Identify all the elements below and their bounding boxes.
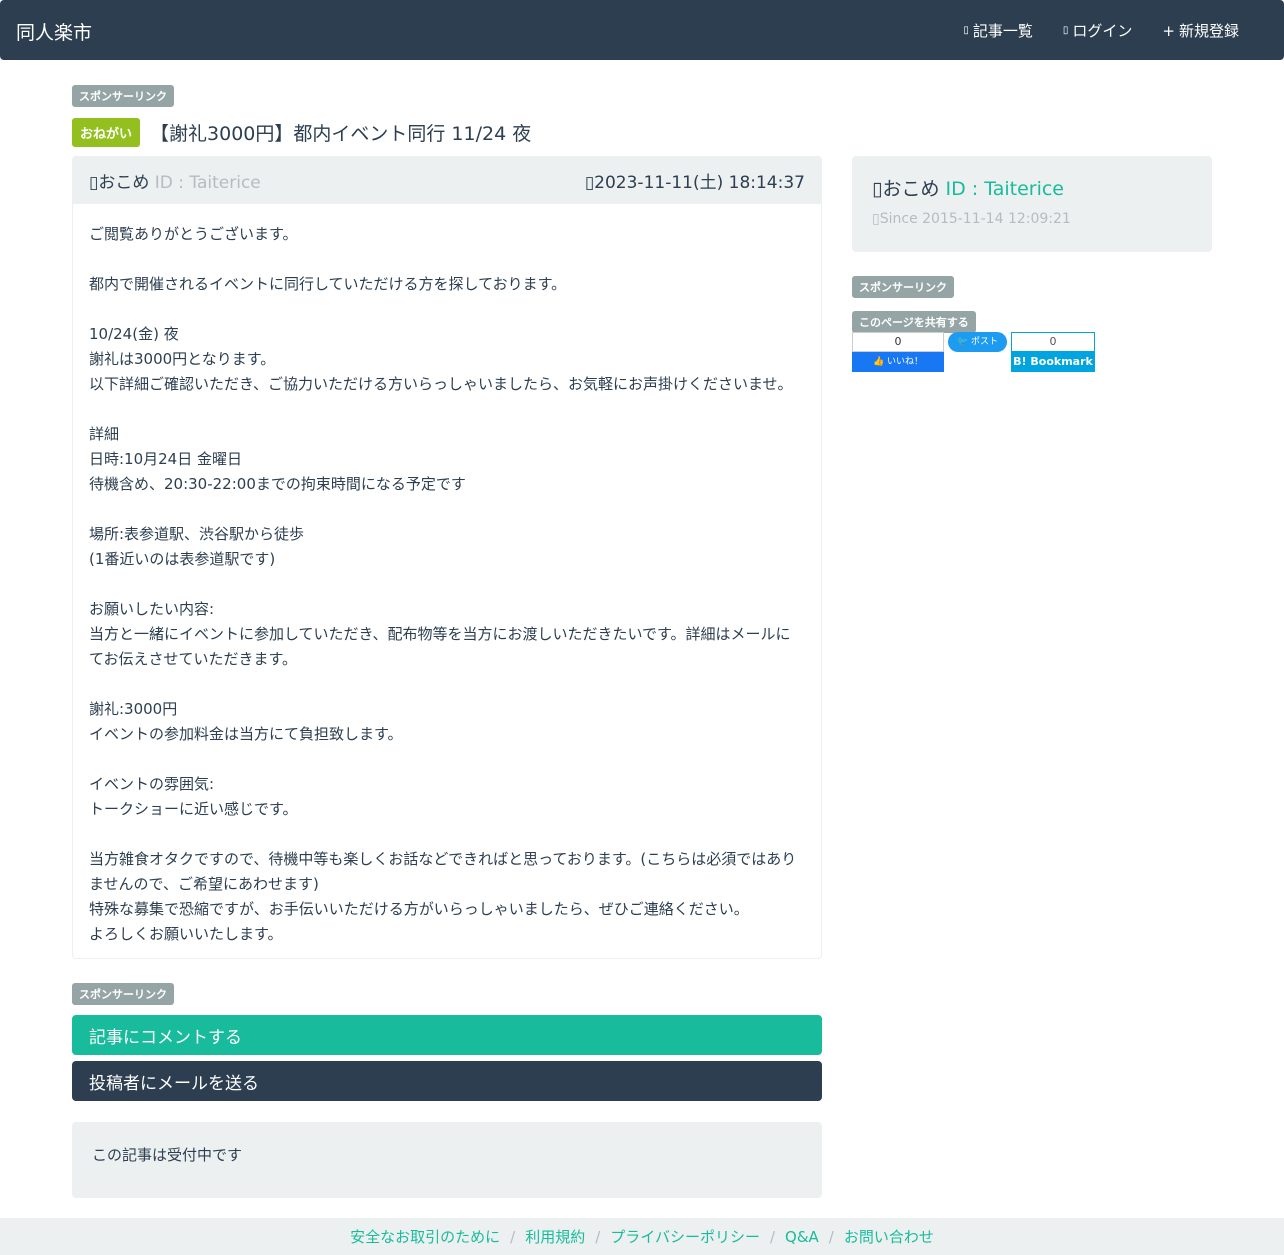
- calendar-icon: ▯: [872, 211, 880, 227]
- user-since: ▯Since 2015-11-14 12:09:21: [872, 211, 1192, 227]
- footer: 安全なお取引のために / 利用規約 / プライバシーポリシー / Q&A / お問い合わせ: [0, 1218, 1284, 1255]
- bird-icon: 🐦: [956, 337, 969, 347]
- post-body-line: [89, 572, 805, 597]
- post-body-line: [89, 497, 805, 522]
- post-body-line: ご閲覧ありがとうございます。: [89, 225, 298, 243]
- brand-logo[interactable]: 同人楽市: [16, 18, 92, 45]
- hatena-bookmark-button[interactable]: B! Bookmark: [1011, 352, 1095, 372]
- post-date-text: 2023-11-11(土) 18:14:37: [594, 173, 805, 193]
- share-label: このページを共有する: [852, 311, 976, 333]
- post-body-line: 都内で開催されるイベントに同行していただける方を探しております。: [89, 275, 567, 293]
- clock-icon: ▯: [584, 173, 595, 193]
- post-title-row: おねがい 【謝礼3000円】都内イベント同行 11/24 夜: [72, 118, 531, 147]
- post-body-line: 謝礼:3000円: [89, 700, 178, 718]
- hatena-count: 0: [1011, 332, 1095, 352]
- post-body-line: [89, 747, 805, 772]
- facebook-count: 0: [852, 332, 944, 352]
- user-since-text: Since 2015-11-14 12:09:21: [879, 211, 1071, 227]
- post-body-line: よろしくお願いいたします。: [89, 925, 283, 943]
- post-body-line: 待機含め、20:30-22:00までの拘束時間になる予定です: [89, 475, 466, 493]
- author-name[interactable]: おこめ: [98, 173, 149, 193]
- sponsor-label: スポンサーリンク: [72, 983, 174, 1005]
- post-body-line: 10/24(金) 夜: [89, 325, 179, 343]
- user-icon: ▯: [89, 173, 99, 193]
- footer-link[interactable]: 安全なお取引のために: [350, 1226, 500, 1247]
- post-body-line: 日時:10月24日 金曜日: [89, 450, 242, 468]
- status-message: この記事は受付中です: [72, 1122, 822, 1198]
- post-body-line: (1番近いのは表参道駅です): [89, 550, 276, 568]
- post-body-line: 当方雑食オタクですので、待機中等も楽しくお話などできればと思っております。(こち…: [89, 850, 797, 893]
- post-body-line: 当方と一緒にイベントに参加していただき、配布物等を当方にお渡しいただきたいです。…: [89, 625, 791, 668]
- post-body-line: [89, 822, 805, 847]
- sponsor-label: スポンサーリンク: [72, 85, 174, 107]
- nav-link-articles[interactable]: ▯ 記事一覧: [963, 20, 1033, 41]
- category-badge: おねがい: [72, 118, 141, 147]
- post-body-line: イベントの参加料金は当方にて負担致します。: [89, 725, 403, 743]
- nav-link-label: ログイン: [1072, 22, 1133, 40]
- user-icon: ▯: [872, 178, 883, 200]
- post-body-line: トークショーに近い感じです。: [89, 800, 298, 818]
- nav-link-label: 新規登録: [1178, 22, 1239, 40]
- share-buttons: 0 👍 いいね！ 🐦 ポスト 0 B! Bookmark: [852, 332, 1112, 372]
- footer-separator: /: [595, 1227, 601, 1246]
- facebook-like-button[interactable]: 👍 いいね！: [852, 352, 944, 372]
- footer-separator: /: [769, 1227, 776, 1246]
- nav-link-label: 記事一覧: [972, 22, 1033, 40]
- post-body: ご閲覧ありがとうございます。都内で開催されるイベントに同行していただける方を探し…: [73, 204, 821, 965]
- mail-author-button[interactable]: 投稿者にメールを送る: [72, 1061, 822, 1101]
- footer-link[interactable]: 利用規約: [525, 1226, 585, 1247]
- footer-separator: /: [828, 1227, 834, 1246]
- post-body-line: [89, 247, 805, 272]
- twitter-share-label: ポスト: [971, 337, 999, 347]
- facebook-like-label: いいね！: [887, 357, 924, 367]
- post-body-line: [89, 297, 805, 322]
- post-date: ▯2023-11-11(土) 18:14:37: [585, 168, 805, 193]
- post-body-line: 謝礼は3000円となります。: [89, 350, 276, 368]
- nav-link-login[interactable]: ▯ ログイン: [1063, 20, 1133, 41]
- user-card-id[interactable]: ID : Taiterice: [946, 178, 1064, 200]
- navbar: 同人楽市 ▯ 記事一覧 ▯ ログイン + 新規登録: [0, 0, 1284, 60]
- footer-link[interactable]: プライバシーポリシー: [610, 1226, 760, 1247]
- author-id: ID : Taiterice: [154, 173, 261, 193]
- user-card-name: ▯おこめ ID : Taiterice: [872, 174, 1192, 201]
- user-card: ▯おこめ ID : Taiterice ▯Since 2015-11-14 12…: [852, 156, 1212, 252]
- plus-icon: +: [1162, 21, 1175, 40]
- twitter-share-button[interactable]: 🐦 ポスト: [948, 332, 1007, 352]
- post-body-line: お願いしたい内容:: [89, 600, 215, 618]
- hatena-bookmark[interactable]: 0 B! Bookmark: [1011, 332, 1095, 372]
- thumbs-up-icon: 👍: [872, 357, 885, 367]
- post-body-line: 場所:表参道駅、渋谷駅から徒歩: [89, 525, 305, 543]
- post-author: ▯おこめ ID : Taiterice: [89, 168, 261, 193]
- post-body-line: [89, 672, 805, 697]
- post-body-line: イベントの雰囲気:: [89, 775, 215, 793]
- facebook-share[interactable]: 0 👍 いいね！: [852, 332, 944, 372]
- post-body-line: 特殊な募集で恐縮ですが、お手伝いいただける方がいらっしゃいましたら、ぜひご連絡く…: [89, 900, 749, 918]
- user-card-username[interactable]: おこめ: [882, 178, 939, 200]
- footer-link[interactable]: Q&A: [785, 1228, 819, 1246]
- post-title: 【謝礼3000円】都内イベント同行 11/24 夜: [150, 123, 532, 145]
- post-header: ▯おこめ ID : Taiterice ▯2023-11-11(土) 18:14…: [73, 157, 821, 204]
- login-icon: ▯: [1062, 25, 1069, 36]
- post-body-line: 以下詳細ご確認いただき、ご協力いただける方いらっしゃいましたら、お気軽にお声掛け…: [89, 375, 793, 393]
- post-body-line: [89, 397, 805, 422]
- list-icon: ▯: [963, 25, 969, 36]
- post-body-line: 詳細: [89, 425, 120, 443]
- footer-link[interactable]: お問い合わせ: [844, 1226, 934, 1247]
- nav-link-register[interactable]: + 新規登録: [1162, 20, 1239, 41]
- footer-separator: /: [510, 1227, 516, 1246]
- post-panel: ▯おこめ ID : Taiterice ▯2023-11-11(土) 18:14…: [72, 156, 822, 959]
- sponsor-label: スポンサーリンク: [852, 276, 954, 298]
- comment-button[interactable]: 記事にコメントする: [72, 1015, 822, 1055]
- nav-links: ▯ 記事一覧 ▯ ログイン + 新規登録: [963, 20, 1239, 41]
